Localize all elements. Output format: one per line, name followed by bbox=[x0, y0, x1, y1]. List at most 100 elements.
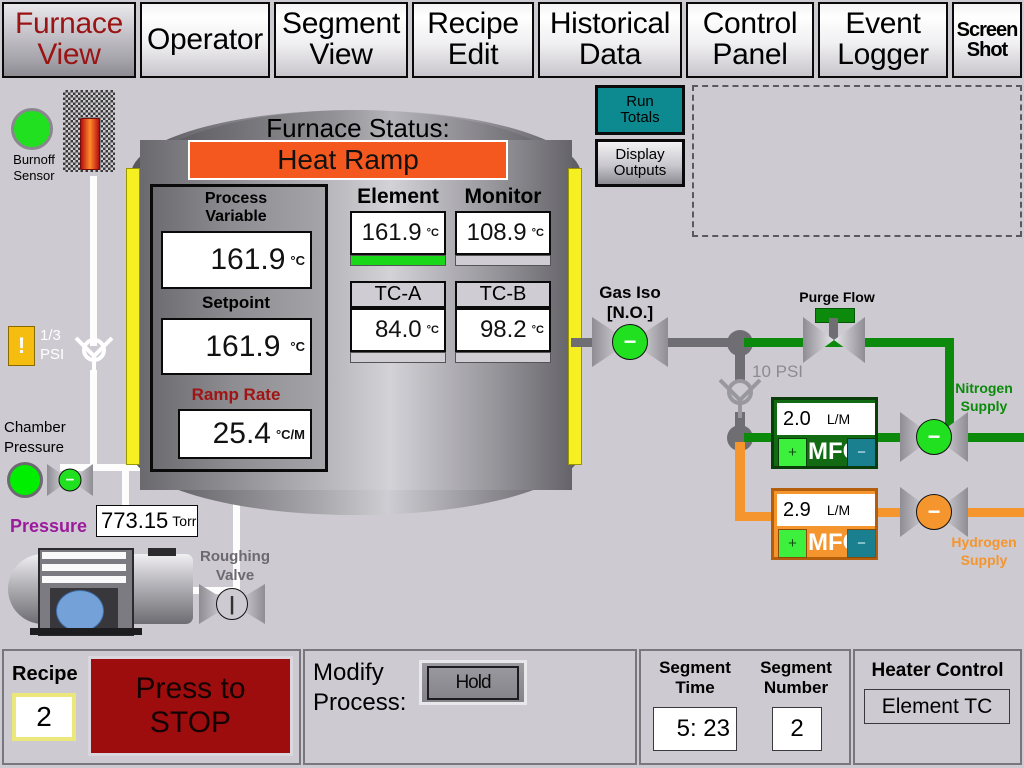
tc-a-value-box: 84.0 °C bbox=[350, 308, 446, 352]
ramp-rate-unit: °C/M bbox=[275, 426, 305, 442]
setpoint-value-box[interactable]: 161.9 °C bbox=[161, 318, 312, 375]
hydrogen-mfc: 2.9 L/M + MFC − bbox=[771, 488, 878, 560]
monitor-label: Monitor bbox=[464, 185, 542, 208]
valve-body-right bbox=[834, 317, 865, 363]
chamber-pressure-indicator bbox=[7, 462, 43, 498]
ramp-rate-value-box[interactable]: 25.4 °C/M bbox=[178, 409, 312, 459]
tab-label-line1: Segment bbox=[282, 7, 400, 41]
purge-flow-label: Purge Flow bbox=[799, 289, 875, 305]
nitrogen-mfc-plus-button[interactable]: + bbox=[778, 438, 807, 467]
segment-number-value: 2 bbox=[790, 715, 804, 742]
segment-time-value-box: 5: 23 bbox=[653, 707, 737, 751]
heater-element-left bbox=[126, 168, 140, 465]
gas-iso-valve[interactable]: − bbox=[592, 317, 668, 367]
tab-historical-data[interactable]: Historical Data bbox=[538, 2, 682, 78]
tab-control-panel[interactable]: Control Panel bbox=[686, 2, 814, 78]
tab-label-line1: Historical bbox=[549, 7, 671, 41]
element-value: 161.9 bbox=[361, 219, 422, 246]
burnoff-sensor-label: Burnoff Sensor bbox=[4, 152, 64, 185]
furnace-hmi-screen: Furnace View Operator Segment View Recipe E… bbox=[0, 0, 1024, 768]
segment-time-line1: Segment bbox=[659, 658, 731, 677]
gas-psi-tap-label: 10 PSI bbox=[752, 362, 804, 381]
segment-number-line1: Segment bbox=[760, 658, 832, 677]
tc-b-unit: °C bbox=[531, 324, 544, 336]
plus-icon: + bbox=[788, 535, 797, 552]
stop-button-line2: STOP bbox=[149, 706, 232, 739]
pressure-label: Pressure bbox=[10, 516, 88, 536]
pv-label-line1: Process bbox=[204, 190, 268, 207]
tc-b-label-box: TC-B bbox=[455, 281, 551, 308]
tab-segment-view[interactable]: Segment View bbox=[274, 2, 408, 78]
hold-button[interactable]: Hold bbox=[419, 660, 527, 705]
tab-label-line2: Logger bbox=[837, 38, 929, 71]
furnace-status-value-box: Heat Ramp bbox=[188, 140, 508, 180]
chamber-pressure-label: Chamber Pressure bbox=[4, 418, 96, 457]
tab-label-line2: Shot bbox=[966, 39, 1008, 61]
hydrogen-mfc-unit: L/M bbox=[826, 502, 851, 518]
burnoff-flame-icon bbox=[80, 118, 100, 170]
tab-screen-shot[interactable]: Screen Shot bbox=[952, 2, 1022, 78]
pump-fin-2 bbox=[42, 564, 126, 571]
stop-button[interactable]: Press to STOP bbox=[88, 656, 293, 756]
psi-label-line1: 1/3 bbox=[40, 327, 61, 344]
hydrogen-valve[interactable]: − bbox=[900, 487, 968, 537]
process-variable-value-box[interactable]: 161.9 °C bbox=[161, 231, 312, 289]
pump-outlet bbox=[148, 548, 176, 556]
recipe-label: Recipe bbox=[12, 663, 78, 685]
tab-label-line1: Operator bbox=[147, 22, 263, 56]
monitor-unit: °C bbox=[531, 227, 544, 239]
element-label: Element bbox=[357, 185, 439, 208]
roughing-valve[interactable]: | bbox=[199, 584, 265, 624]
ramp-rate-value: 25.4 bbox=[212, 417, 271, 450]
display-outputs-button[interactable]: Display Outputs bbox=[595, 139, 685, 187]
segment-time-value: 5: 23 bbox=[676, 715, 730, 742]
roughing-valve-state-indicator: | bbox=[216, 588, 248, 620]
minus-icon: − bbox=[857, 535, 866, 552]
tc-a-label-box: TC-A bbox=[350, 281, 446, 308]
tab-furnace-view[interactable]: Furnace View bbox=[2, 2, 136, 78]
gas-pipe-purge-to-right bbox=[850, 338, 954, 347]
pressure-value-box: 773.15 Torr bbox=[96, 505, 198, 537]
segment-time-line2: Time bbox=[675, 678, 715, 698]
setpoint-unit: °C bbox=[290, 339, 305, 354]
tab-event-logger[interactable]: Event Logger bbox=[818, 2, 948, 78]
hydrogen-mfc-readout: 2.9 L/M bbox=[777, 494, 875, 526]
hydrogen-mfc-plus-button[interactable]: + bbox=[778, 529, 807, 558]
chamber-label-line1: Chamber bbox=[4, 419, 66, 436]
element-unit: °C bbox=[426, 227, 439, 239]
segment-time-label: Segment Time bbox=[648, 658, 742, 699]
stop-button-line1: Press to bbox=[135, 672, 246, 706]
main-tab-bar: Furnace View Operator Segment View Recipe E… bbox=[0, 0, 1024, 81]
pump-fin-3 bbox=[42, 576, 126, 583]
hydrogen-mfc-minus-button[interactable]: − bbox=[847, 529, 876, 558]
nitrogen-mfc: 2.0 L/M + MFC − bbox=[771, 397, 878, 469]
tab-label-line1: Control bbox=[702, 7, 798, 41]
tab-recipe-edit[interactable]: Recipe Edit bbox=[412, 2, 534, 78]
display-outputs-line2: Outputs bbox=[613, 162, 667, 179]
monitor-bar-track bbox=[455, 255, 551, 266]
heater-control-select[interactable]: Element TC bbox=[864, 689, 1010, 724]
nitrogen-valve-state-indicator: − bbox=[916, 419, 952, 455]
element-value-box: 161.9 °C bbox=[350, 211, 446, 255]
gas-iso-label-line1: Gas Iso bbox=[599, 283, 661, 302]
display-outputs-line1: Display bbox=[615, 145, 665, 163]
check-valve-left-icon bbox=[74, 336, 114, 372]
vacuum-pump bbox=[8, 544, 193, 636]
burnoff-label-line1: Burnoff bbox=[13, 152, 55, 167]
hold-button-label: Hold bbox=[455, 671, 491, 693]
nitrogen-mfc-value: 2.0 bbox=[783, 407, 811, 430]
run-totals-button[interactable]: Run Totals bbox=[595, 85, 685, 135]
tab-label-line1: Event bbox=[845, 7, 921, 41]
segment-number-label: Segment Number bbox=[748, 658, 844, 699]
purge-flow-valve[interactable] bbox=[803, 317, 865, 363]
nitrogen-valve[interactable]: − bbox=[900, 412, 968, 462]
warning-icon: ! bbox=[17, 333, 26, 358]
chamber-isolation-valve[interactable]: − bbox=[47, 464, 93, 496]
nitrogen-supply-label: Nitrogen Supply bbox=[944, 380, 1024, 415]
nitrogen-mfc-minus-button[interactable]: − bbox=[847, 438, 876, 467]
valve-state-indicator: − bbox=[58, 468, 82, 492]
tab-operator[interactable]: Operator bbox=[140, 2, 270, 78]
run-totals-line2: Totals bbox=[620, 109, 660, 126]
hydrogen-pipe-drop bbox=[735, 442, 745, 520]
recipe-value-box[interactable]: 2 bbox=[12, 693, 76, 741]
